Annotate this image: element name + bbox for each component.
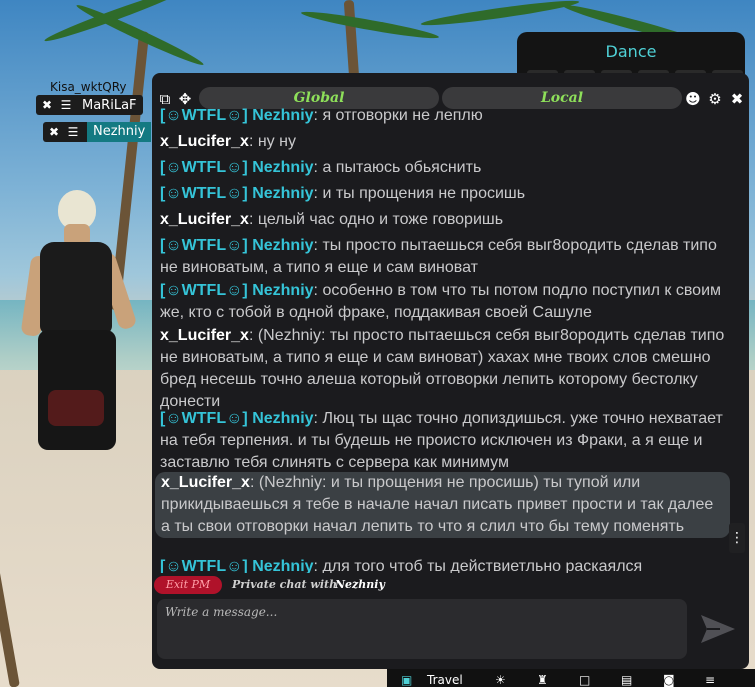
private-chat-bar: Exit PM Private chat with Nezhniy: [152, 573, 749, 597]
exit-pm-button[interactable]: Exit PM: [154, 576, 222, 594]
nameplate-name: MaRiLaF: [82, 97, 137, 113]
overhead-nickname: Kisa_wktQRy: [50, 80, 127, 94]
square-icon[interactable]: □: [579, 673, 590, 687]
palm-frond: [300, 7, 440, 43]
menu-icon[interactable]: ☰: [66, 125, 80, 139]
list-icon[interactable]: ≡: [705, 673, 715, 687]
shirt-icon[interactable]: ♜: [537, 673, 548, 687]
clipboard-icon[interactable]: ▤: [621, 673, 632, 687]
chat-message: [☺WTFL☺] Nezhniy: я отговорки не леплю: [160, 107, 483, 124]
nameplate-nezhniy[interactable]: ✖ ☰ Nezhniy: [43, 122, 152, 142]
scroll-handle[interactable]: ⋮: [729, 523, 745, 553]
travel-icon[interactable]: ▣: [401, 673, 412, 687]
chat-message: [☺WTFL☺] Nezhniy: для того чтоб ты дейст…: [160, 558, 643, 573]
nameplate-marilaf[interactable]: ✖ ☰ MaRiLaF: [36, 95, 143, 115]
hotbar: ▣ Travel ☀ ♜ □ ▤ ◙ ≡: [387, 669, 755, 687]
chat-message: [☺WTFL☺] Nezhniy: а пытаюсь обьяснить: [160, 159, 482, 176]
chat-message: x_Lucifer_x: ну ну: [160, 133, 296, 150]
sun-icon[interactable]: ☀: [495, 673, 506, 687]
player-character: [18, 190, 138, 470]
close-icon[interactable]: ✖: [40, 98, 54, 112]
nameplate-name: Nezhniy: [87, 122, 152, 142]
chat-message: x_Lucifer_x: целый час одно и тоже говор…: [160, 211, 504, 228]
message-input[interactable]: [157, 599, 687, 659]
chat-message-highlighted: x_Lucifer_x: (Nezhniy: и ты прощения не …: [155, 472, 730, 538]
message-list[interactable]: [☺WTFL☺] Nezhniy: я отговорки не леплю x…: [152, 103, 749, 573]
chat-message: [☺WTFL☺] Nezhniy: ты просто пытаешься се…: [160, 237, 717, 276]
palm-tree: [0, 482, 20, 687]
send-icon[interactable]: [698, 611, 738, 647]
private-chat-label: Private chat with: [232, 578, 338, 591]
close-icon[interactable]: ✖: [47, 125, 61, 139]
menu-icon[interactable]: ☰: [59, 98, 73, 112]
camera-icon[interactable]: ◙: [663, 673, 675, 687]
chat-window: ⧉ ✥ Global Local ☻ ⚙ ✖ [☺WTFL☺] Nezhniy:…: [152, 73, 749, 669]
chat-message: [☺WTFL☺] Nezhniy: Люц ты щас точно допиз…: [160, 410, 723, 471]
chat-message: x_Lucifer_x: (Nezhniy: ты просто пытаешь…: [160, 327, 725, 410]
chat-message: [☺WTFL☺] Nezhniy: и ты прощения не проси…: [160, 185, 526, 202]
travel-label[interactable]: Travel: [427, 673, 463, 687]
palm-frond: [420, 0, 580, 30]
chat-message: [☺WTFL☺] Nezhniy: особенно в том что ты …: [160, 282, 722, 321]
dance-title: Dance: [605, 42, 657, 61]
private-chat-nick: Nezhniy: [335, 578, 385, 591]
